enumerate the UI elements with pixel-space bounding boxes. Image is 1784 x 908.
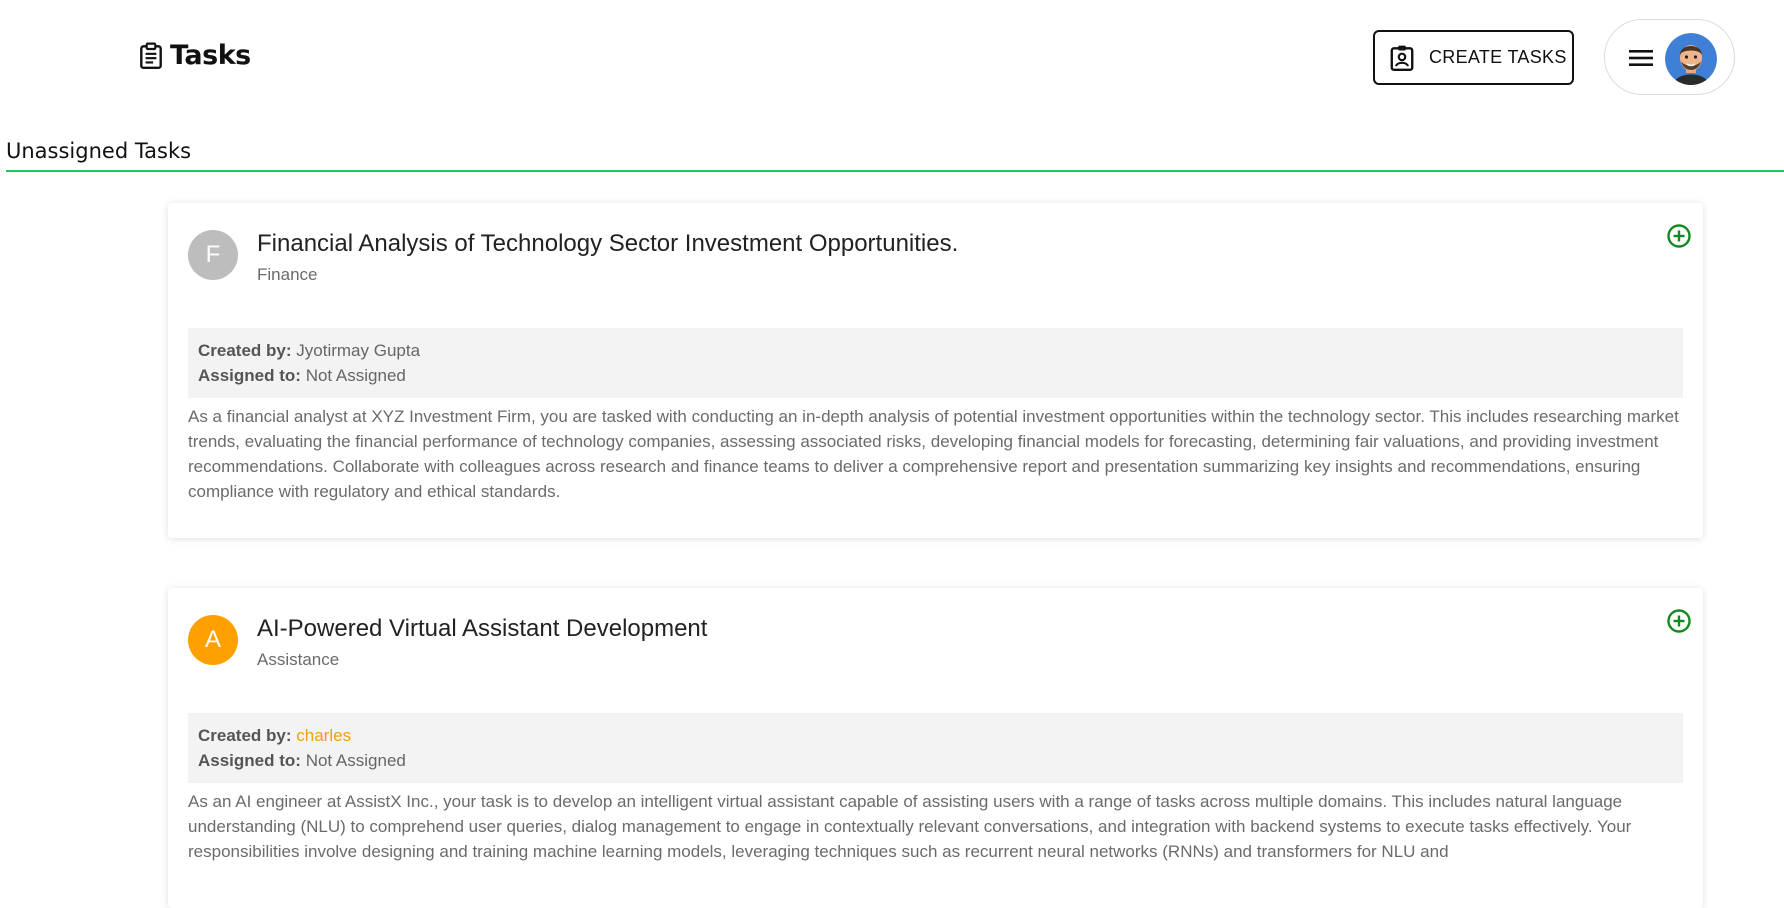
user-menu-button[interactable] [1604,19,1735,95]
task-card: F Financial Analysis of Technology Secto… [168,203,1703,538]
brand: Tasks [138,40,251,71]
created-by-row: Created by: Jyotirmay Gupta [198,338,1673,363]
add-circle-icon[interactable] [1666,223,1692,249]
section-divider [6,170,1784,172]
add-circle-icon[interactable] [1666,608,1692,634]
task-category: Finance [257,265,318,284]
task-description: As an AI engineer at AssistX Inc., your … [188,792,1632,861]
assigned-to-label: Assigned to: [198,366,301,385]
created-by-value: Jyotirmay Gupta [296,341,421,360]
assigned-to-row: Assigned to: Not Assigned [198,748,1673,773]
created-by-link[interactable]: charles [296,726,351,745]
created-by-label: Created by: [198,341,292,360]
task-avatar: A [188,615,238,665]
avatar [1665,33,1717,85]
task-meta: Created by: Jyotirmay Gupta Assigned to:… [188,328,1683,398]
page-title: Tasks [170,40,251,71]
assigned-to-row: Assigned to: Not Assigned [198,363,1673,388]
assigned-to-label: Assigned to: [198,751,301,770]
task-card: A AI-Powered Virtual Assistant Developme… [168,588,1703,908]
task-title: Financial Analysis of Technology Sector … [257,230,959,257]
created-by-label: Created by: [198,726,292,745]
top-app-bar: Tasks CREATE TASKS [0,0,1784,110]
assignment-ind-icon [1390,45,1414,71]
task-category: Assistance [257,650,340,669]
task-avatar: F [188,230,238,280]
created-by-row: Created by: charles [198,723,1673,748]
task-description: As a financial analyst at XYZ Investment… [188,407,1679,501]
task-meta: Created by: charles Assigned to: Not Ass… [188,713,1683,783]
menu-icon [1629,50,1653,66]
assigned-to-value: Not Assigned [305,751,406,770]
clipboard-icon [140,42,162,69]
section-title: Unassigned Tasks [6,139,192,163]
task-title: AI-Powered Virtual Assistant Development [257,615,708,642]
assigned-to-value: Not Assigned [305,366,406,385]
create-tasks-label: CREATE TASKS [1429,47,1567,67]
create-tasks-button[interactable]: CREATE TASKS [1373,30,1574,85]
